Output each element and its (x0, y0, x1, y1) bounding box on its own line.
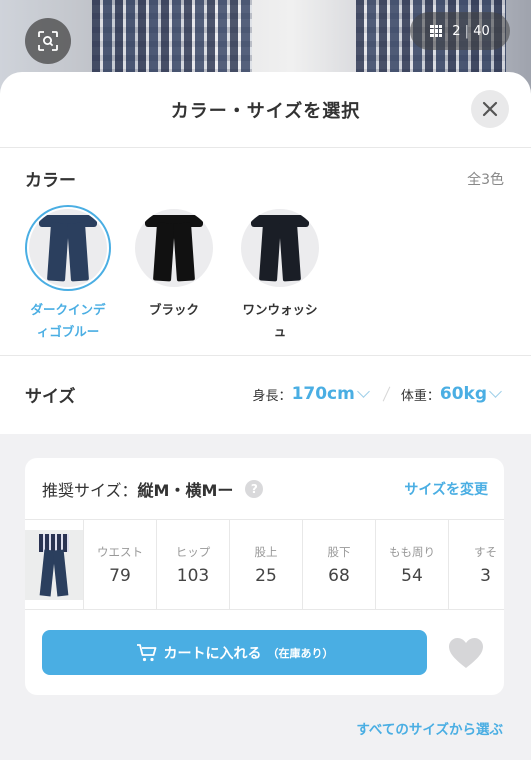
measure-waist: ウエスト 79 (84, 520, 157, 609)
measure-hem: すそ 3 (474, 544, 497, 586)
favorite-button[interactable] (447, 635, 485, 671)
choose-all-sizes-link[interactable]: すべてのサイズから選ぶ (356, 718, 503, 738)
size-section: サイズ 身長： 170cm 体重： 60kg (0, 356, 531, 432)
cart-icon (136, 643, 156, 661)
image-search-button[interactable] (25, 18, 71, 64)
height-selector[interactable]: 身長： 170cm (253, 384, 372, 404)
product-thumbnail (25, 520, 84, 609)
image-search-icon (38, 31, 58, 51)
photo-shirt-left (92, 0, 252, 75)
measure-thigh: もも周り 54 (376, 520, 449, 609)
color-option-one-wash[interactable]: ワンウォッシ ュ (237, 205, 323, 343)
change-size-link[interactable]: サイズを変更 (404, 479, 488, 499)
measure-hip: ヒップ 103 (157, 520, 230, 609)
close-icon (482, 101, 498, 117)
size-title: サイズ (25, 386, 76, 407)
color-thumbnail (241, 209, 319, 287)
measure-inseam: 股下 68 (303, 520, 376, 609)
color-swatches: ダークインデ ィゴブルー ブラック ワンウォッシ ュ (25, 205, 504, 343)
measure-rise: 股上 25 (230, 520, 303, 609)
recommend-title: 推奨サイズ： 縦M・横Mー ? (42, 477, 264, 501)
close-button[interactable] (471, 90, 509, 128)
recommend-label: 推奨サイズ： (42, 480, 138, 500)
add-to-cart-button[interactable]: カートに入れる （在庫あり） (42, 630, 427, 675)
color-count: 全3色 (467, 171, 504, 188)
stock-status: （在庫あり） (267, 646, 334, 660)
recommend-size: 縦M・横Mー (137, 480, 234, 500)
weight-label: 体重： (400, 388, 440, 404)
image-counter[interactable]: 2 | 40 (410, 12, 510, 50)
counter-current: 2 (452, 23, 461, 39)
grid-icon (430, 25, 443, 37)
height-label: 身長： (252, 388, 292, 404)
color-option-label: ワンウォッシ ュ (242, 302, 318, 339)
color-size-sheet: カラー・サイズを選択 カラー 全3色 ダークインデ ィゴブルー ブラック ワンウ… (0, 72, 531, 760)
color-thumbnail (135, 209, 213, 287)
color-option-dark-indigo[interactable]: ダークインデ ィゴブルー (25, 205, 111, 343)
color-title: カラー (25, 171, 76, 191)
color-option-black[interactable]: ブラック (131, 205, 217, 343)
weight-selector[interactable]: 体重： 60kg (401, 384, 504, 404)
recommend-card: 推奨サイズ： 縦M・横Mー ? サイズを変更 ウエスト 79 ヒップ 103 股… (25, 458, 504, 695)
counter-total: 40 (473, 23, 490, 39)
sheet-header: カラー・サイズを選択 (0, 72, 531, 148)
measurement-row[interactable]: ウエスト 79 ヒップ 103 股上 25 股下 68 もも周り 54 すそ 3 (25, 520, 504, 610)
chevron-down-icon (356, 385, 370, 398)
chevron-down-icon (489, 385, 502, 398)
color-thumbnail (29, 209, 107, 287)
recommend-area: 推奨サイズ： 縦M・横Mー ? サイズを変更 ウエスト 79 ヒップ 103 股… (0, 434, 531, 760)
help-icon[interactable]: ? (245, 479, 264, 498)
add-to-cart-label: カートに入れる (163, 645, 262, 662)
divider (382, 386, 391, 402)
weight-value: 60kg (439, 384, 487, 404)
sheet-title: カラー・サイズを選択 (170, 100, 361, 122)
color-section: カラー 全3色 ダークインデ ィゴブルー ブラック ワンウォッシ ュ (0, 148, 531, 356)
height-value: 170cm (291, 384, 355, 404)
heart-icon (449, 637, 483, 668)
color-option-label: ブラック (148, 302, 199, 317)
color-option-label: ダークインデ ィゴブルー (30, 302, 106, 339)
